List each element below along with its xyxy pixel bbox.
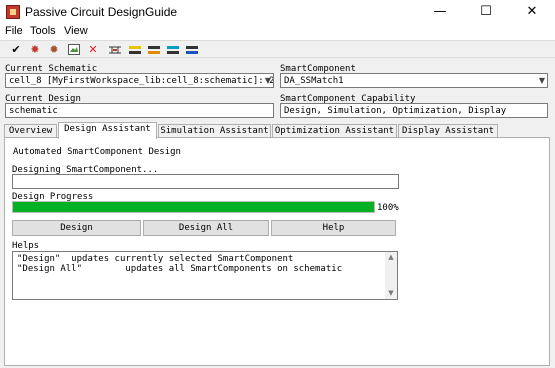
menu-view[interactable]: View [64, 25, 88, 37]
current-schematic-value: cell_8 [MyFirstWorkspace_lib:cell_8:sche… [9, 76, 274, 86]
close-button[interactable]: ✕ [509, 0, 555, 24]
help-line: "Design" updates currently selected Smar… [17, 254, 294, 264]
align-blue-icon[interactable] [184, 42, 200, 57]
helps-scrollbar[interactable]: ▲ ▼ [385, 252, 397, 299]
align-yellow-icon[interactable] [127, 42, 143, 57]
progress-percent: 100% [377, 203, 399, 213]
panel-heading: Automated SmartComponent Design [13, 147, 181, 157]
chevron-down-icon[interactable]: ▼ [539, 75, 545, 87]
toolbar: ✔ ✸ ✹ ✕ [0, 40, 555, 58]
help-button[interactable]: Help [271, 220, 396, 236]
chevron-down-icon[interactable]: ▼ [265, 75, 271, 87]
check-icon[interactable]: ✔ [8, 42, 24, 57]
progress-fill [13, 202, 374, 212]
current-design-field[interactable]: schematic [5, 103, 274, 118]
scroll-up-icon[interactable]: ▲ [385, 253, 397, 261]
align-cyan-icon[interactable] [165, 42, 181, 57]
tab-overview[interactable]: Overview [4, 124, 57, 138]
tab-simulation-assistant[interactable]: Simulation Assistant [158, 124, 271, 138]
capability-field[interactable]: Design, Simulation, Optimization, Displa… [280, 103, 548, 118]
design-all-button[interactable]: Design All [143, 220, 269, 236]
maximize-button[interactable]: ☐ [463, 0, 509, 24]
tab-optimization-assistant[interactable]: Optimization Assistant [272, 124, 397, 138]
designing-field[interactable] [12, 174, 399, 189]
tab-design-assistant[interactable]: Design Assistant [58, 122, 157, 139]
scroll-down-icon[interactable]: ▼ [385, 289, 397, 297]
menu-tools[interactable]: Tools [30, 25, 56, 37]
helps-label: Helps [12, 241, 40, 251]
image-icon[interactable] [66, 42, 82, 57]
gear-red-icon[interactable]: ✸ [27, 42, 43, 57]
align-orange-icon[interactable] [146, 42, 162, 57]
design-button[interactable]: Design [12, 220, 141, 236]
smart-component-value: DA_SSMatch1 [284, 76, 344, 86]
design-progress-bar [12, 201, 375, 213]
delete-x-icon[interactable]: ✕ [85, 42, 101, 57]
gear-multi-icon[interactable]: ✹ [46, 42, 62, 57]
tab-display-assistant[interactable]: Display Assistant [398, 124, 498, 138]
helps-textarea[interactable]: "Design" updates currently selected Smar… [12, 251, 398, 300]
menu-file[interactable]: File [5, 25, 23, 37]
current-schematic-combo[interactable]: cell_8 [MyFirstWorkspace_lib:cell_8:sche… [5, 73, 274, 88]
menu-bar: File Tools View [0, 24, 555, 40]
help-line: "Design All" updates all SmartComponents… [17, 264, 343, 274]
window-title: Passive Circuit DesignGuide [25, 5, 178, 19]
circuit-icon[interactable] [107, 42, 123, 57]
minimize-button[interactable]: — [417, 0, 463, 24]
smart-component-combo[interactable]: DA_SSMatch1 ▼ [280, 73, 548, 88]
app-icon [6, 5, 20, 19]
title-bar: Passive Circuit DesignGuide — ☐ ✕ [0, 0, 555, 24]
